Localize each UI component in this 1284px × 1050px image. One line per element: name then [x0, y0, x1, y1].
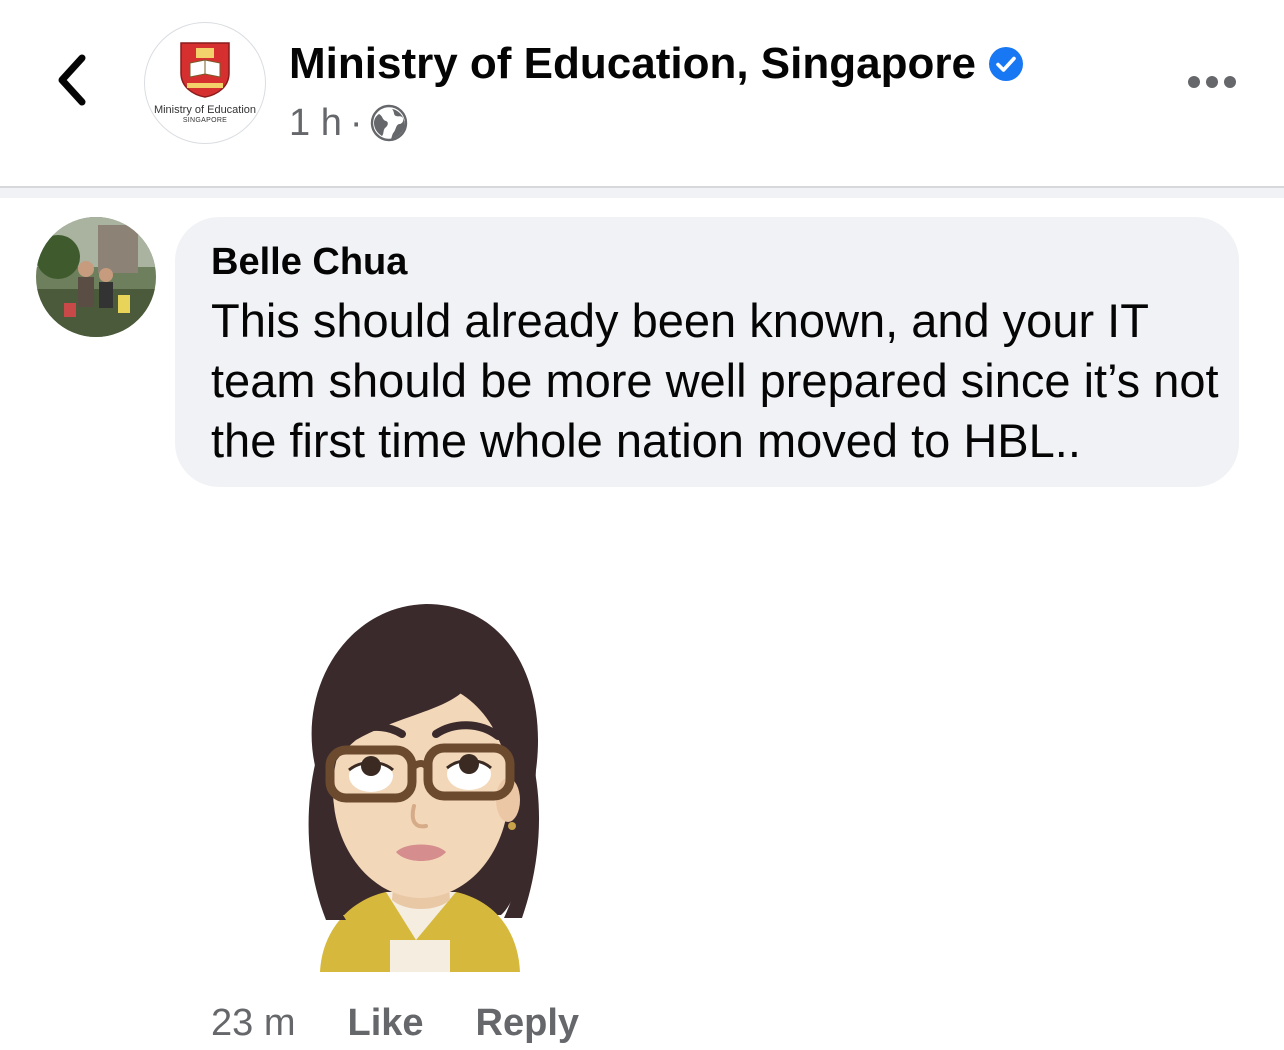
comment-bubble[interactable]: Belle Chua This should already been know… [175, 217, 1239, 487]
meta-separator: · [349, 101, 363, 144]
post-meta: 1 h · [289, 100, 408, 146]
chevron-left-icon [58, 54, 86, 106]
reply-button[interactable]: Reply [476, 1002, 579, 1045]
like-button[interactable]: Like [347, 1002, 423, 1045]
page-name-row: Ministry of Education, Singapore [289, 36, 1024, 92]
comment-text: This should already been known, and your… [211, 294, 1219, 467]
logo-caption: Ministry of Education [153, 104, 257, 116]
comment-age: 23 m [211, 1001, 296, 1044]
more-options-button[interactable] [1184, 68, 1240, 96]
ellipsis-icon [1188, 76, 1200, 88]
comment-author[interactable]: Belle Chua [211, 241, 407, 284]
profile-photo [36, 217, 156, 337]
page-name[interactable]: Ministry of Education, Singapore [289, 39, 976, 89]
back-button[interactable] [44, 48, 100, 112]
logo-subcaption: SINGAPORE [182, 117, 228, 124]
globe-icon [371, 104, 408, 142]
post-header: Ministry of Education SINGAPORE Ministry… [0, 0, 1284, 188]
post-timestamp[interactable]: 1 h [289, 102, 342, 145]
verified-badge-icon [988, 47, 1023, 81]
section-divider [0, 188, 1284, 198]
comment-view: Ministry of Education SINGAPORE Ministry… [0, 0, 1284, 1050]
comment-actions: 23 m Like Reply [211, 998, 579, 1048]
eye-roll-avatar-sticker [286, 600, 546, 980]
commenter-avatar[interactable] [36, 217, 156, 337]
moe-crest-logo [180, 42, 230, 98]
page-avatar[interactable]: Ministry of Education SINGAPORE [144, 22, 266, 144]
